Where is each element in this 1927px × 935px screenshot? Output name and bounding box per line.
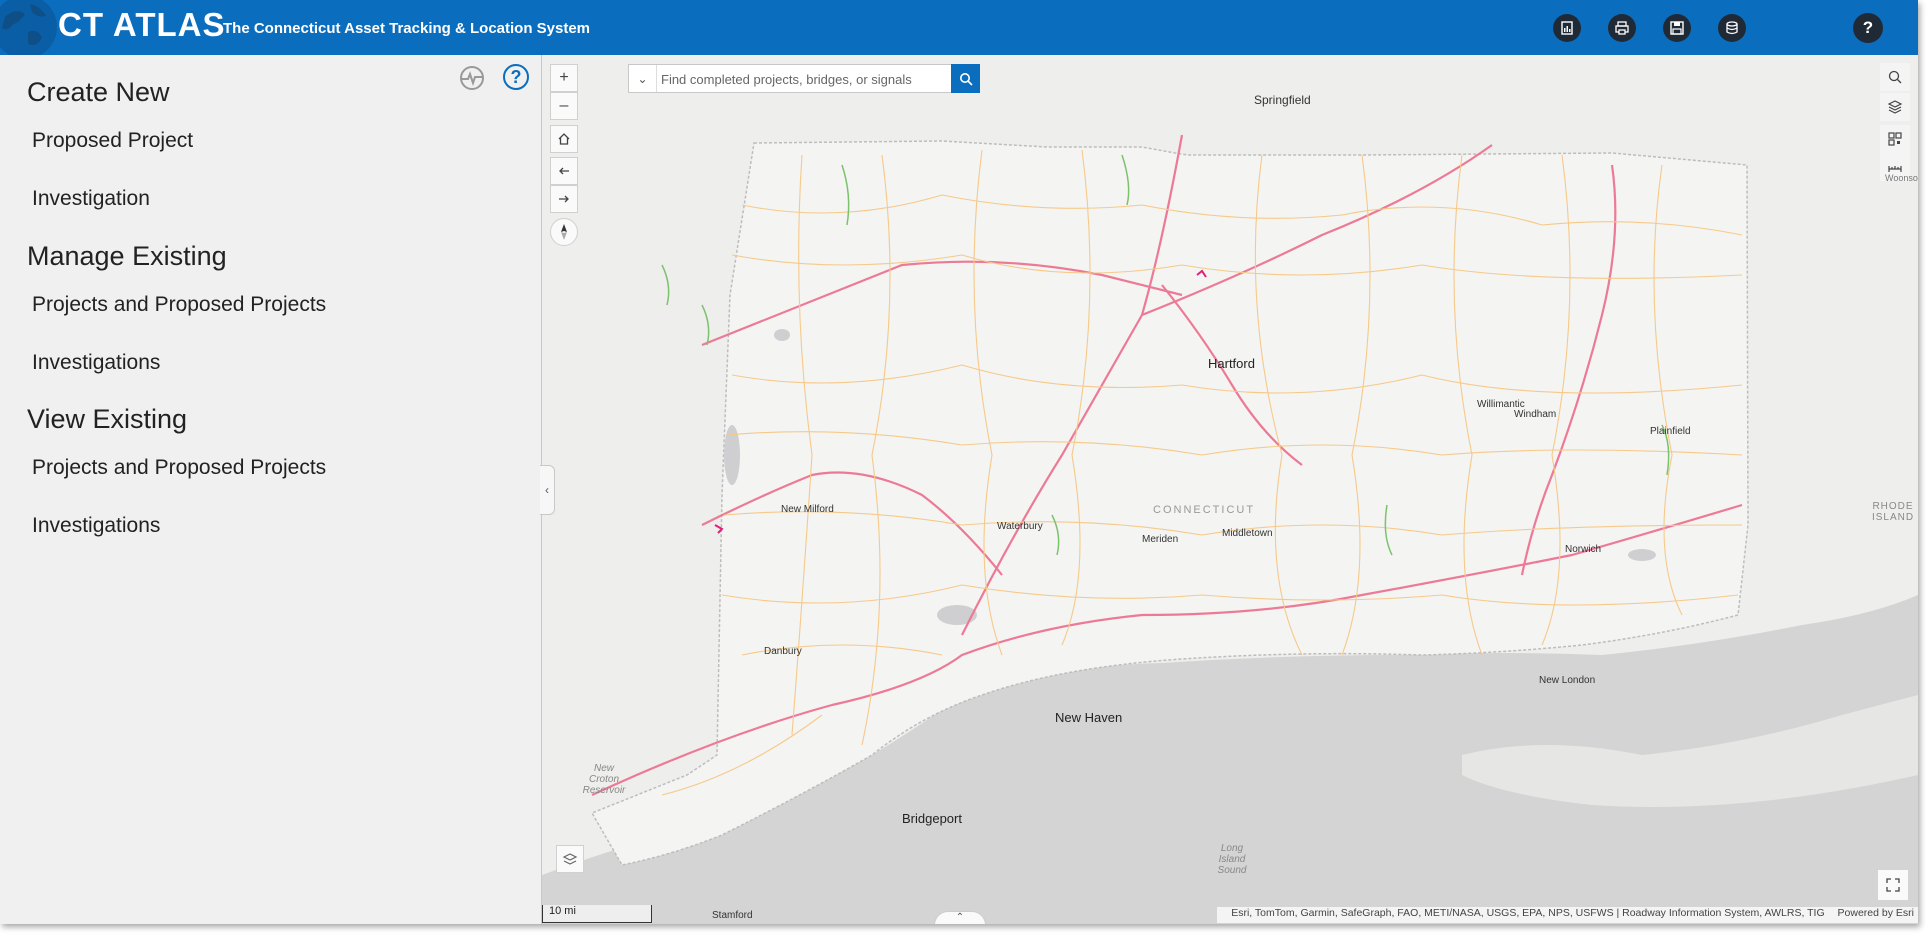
label-waterbury: Waterbury xyxy=(997,521,1043,532)
home-button[interactable] xyxy=(550,125,578,153)
fullscreen-icon xyxy=(1886,878,1900,892)
report-icon xyxy=(1561,21,1573,35)
qr-code-button[interactable] xyxy=(1880,125,1910,153)
label-new-milford: New Milford xyxy=(781,504,834,515)
powered-by-esri[interactable]: Powered by Esri xyxy=(1838,907,1914,919)
home-icon xyxy=(558,133,570,145)
section-create-new: Create New xyxy=(27,77,170,107)
sidebar-panel: ? Create New Proposed Project Investigat… xyxy=(0,55,542,924)
report-button[interactable] xyxy=(1553,14,1581,42)
header-help-button[interactable]: ? xyxy=(1853,13,1883,43)
menu-item-manage-projects[interactable]: Projects and Proposed Projects xyxy=(32,293,326,317)
basemap-toggle-button[interactable] xyxy=(556,845,584,873)
label-new-haven: New Haven xyxy=(1055,710,1123,725)
search-icon xyxy=(959,72,973,86)
menu-item-proposed-project[interactable]: Proposed Project xyxy=(32,129,193,153)
label-danbury: Danbury xyxy=(764,646,802,657)
chevron-up-icon: ⌃ xyxy=(955,912,965,923)
label-connecticut: CONNECTICUT xyxy=(1153,504,1256,516)
label-stamford: Stamford xyxy=(712,910,753,921)
basemap-icon xyxy=(562,853,578,865)
menu-item-manage-investigations[interactable]: Investigations xyxy=(32,351,160,375)
section-manage-existing: Manage Existing xyxy=(27,241,227,271)
compass-icon xyxy=(561,224,567,240)
attribution-text: Esri, TomTom, Garmin, SafeGraph, FAO, ME… xyxy=(1231,907,1825,919)
label-new-london: New London xyxy=(1539,675,1596,686)
layers-icon xyxy=(1887,100,1903,114)
search-input[interactable] xyxy=(659,67,948,91)
label-middletown: Middletown xyxy=(1222,528,1273,539)
arrow-right-icon xyxy=(559,195,569,203)
menu-item-view-investigations[interactable]: Investigations xyxy=(32,514,160,538)
qr-code-icon xyxy=(1888,132,1902,146)
chevron-down-icon: ⌄ xyxy=(637,71,648,86)
layers-button[interactable] xyxy=(1880,93,1910,121)
search-button[interactable] xyxy=(951,64,980,93)
label-woonsocket: Woonso xyxy=(1885,173,1918,183)
app-subtitle: The Connecticut Asset Tracking & Locatio… xyxy=(223,20,591,37)
map-view[interactable]: + – ⌄ Find completed projects, bridges, … xyxy=(542,55,1918,924)
arrow-left-icon xyxy=(559,167,569,175)
map-attribution: Esri, TomTom, Garmin, SafeGraph, FAO, ME… xyxy=(1217,907,1918,923)
label-springfield: Springfield xyxy=(1254,93,1311,107)
basemap xyxy=(542,134,1918,924)
save-button[interactable] xyxy=(1663,14,1691,42)
print-icon xyxy=(1615,21,1629,35)
label-hartford: Hartford xyxy=(1208,356,1255,371)
app-header: CT ATLAS The Connecticut Asset Tracking … xyxy=(0,0,1918,59)
zoom-in-button[interactable]: + xyxy=(550,64,578,92)
zoom-out-button[interactable]: – xyxy=(550,92,578,120)
label-norwich: Norwich xyxy=(1565,544,1602,555)
label-windham: Windham xyxy=(1514,409,1557,420)
scale-bar: 10 mi xyxy=(542,905,652,923)
search-source-dropdown[interactable]: ⌄ xyxy=(629,65,657,92)
menu-item-view-projects[interactable]: Projects and Proposed Projects xyxy=(32,456,326,480)
search-tool-button[interactable] xyxy=(1880,63,1910,91)
label-bridgeport: Bridgeport xyxy=(902,811,962,826)
activity-icon[interactable] xyxy=(459,65,485,91)
label-rhode-island: RHODE ISLAND xyxy=(1871,501,1915,523)
search-icon xyxy=(1888,70,1902,84)
search-widget: ⌄ xyxy=(628,64,980,93)
sidebar-help-icon[interactable]: ? xyxy=(503,64,529,90)
next-extent-button[interactable] xyxy=(550,185,578,213)
print-button[interactable] xyxy=(1608,14,1636,42)
label-plainfield: Plainfield xyxy=(1650,426,1691,437)
expand-bottom-panel-button[interactable]: ⌃ xyxy=(934,911,986,924)
compass-button[interactable] xyxy=(550,218,578,246)
previous-extent-button[interactable] xyxy=(550,157,578,185)
collapse-sidebar-button[interactable]: ‹ xyxy=(540,465,555,515)
fullscreen-button[interactable] xyxy=(1878,870,1908,900)
database-icon xyxy=(1726,21,1738,35)
menu-item-investigation[interactable]: Investigation xyxy=(32,187,150,211)
app-window: CT ATLAS The Connecticut Asset Tracking … xyxy=(0,0,1918,924)
app-title: CT ATLAS xyxy=(58,6,226,43)
save-icon xyxy=(1670,21,1684,35)
chevron-left-icon: ‹ xyxy=(545,483,549,497)
section-view-existing: View Existing xyxy=(27,404,188,434)
label-new-croton-reservoir: New Croton Reservoir xyxy=(582,763,626,796)
label-meriden: Meriden xyxy=(1142,534,1179,545)
database-button[interactable] xyxy=(1718,14,1746,42)
globe-logo-icon xyxy=(0,0,57,59)
label-long-island-sound: Long Island Sound xyxy=(1217,843,1247,876)
